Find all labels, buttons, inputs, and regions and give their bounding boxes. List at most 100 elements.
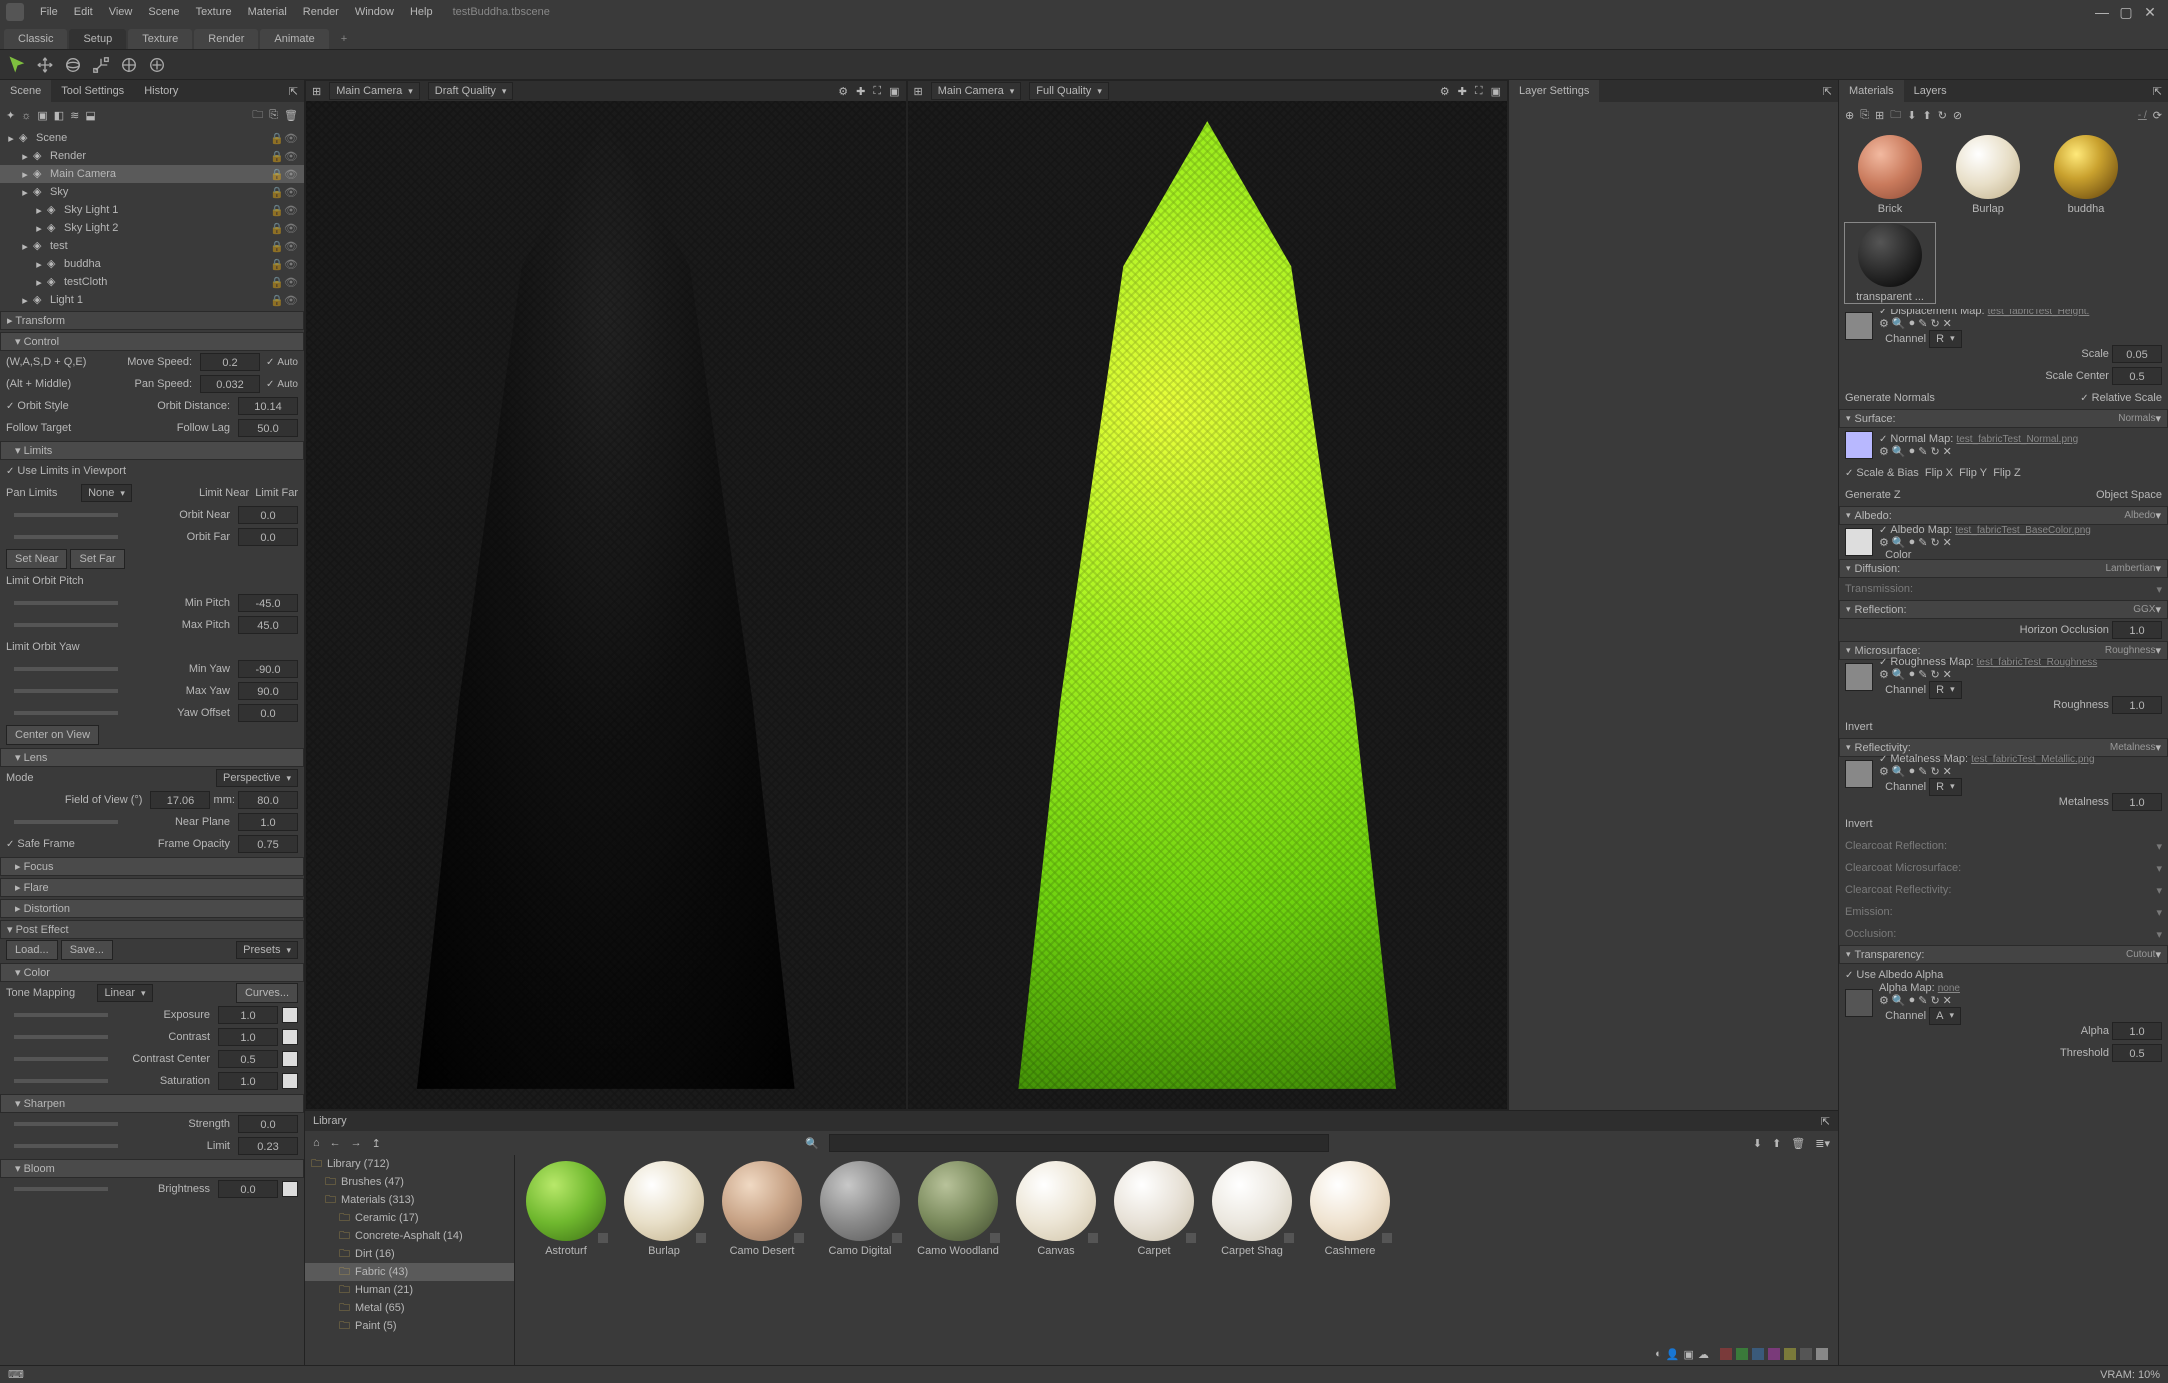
library-tree-node[interactable]: 🗀Human (21) [305,1281,514,1299]
contrastc-field[interactable]: 0.5 [218,1050,278,1068]
menu-render[interactable]: Render [295,6,347,18]
section-posteffect[interactable]: ▾ Post Effect [0,920,304,939]
map-dot-icon[interactable]: ● [1909,317,1916,330]
vp2-close-icon[interactable]: ▣ [1491,85,1501,98]
hierarchy-node[interactable]: ▸◈Sky Light 1🔒👁 [0,201,304,219]
section-control[interactable]: ▾ Control [0,332,304,351]
library-tree-node[interactable]: 🗀Paint (5) [305,1317,514,1335]
frameop-field[interactable]: 0.75 [238,835,298,853]
library-tree-node[interactable]: 🗀Materials (313) [305,1191,514,1209]
menu-edit[interactable]: Edit [66,6,101,18]
transform-tool-icon[interactable] [148,56,166,74]
library-tree-node[interactable]: 🗀Dirt (16) [305,1245,514,1263]
scale-tool-icon[interactable] [92,56,110,74]
menu-window[interactable]: Window [347,6,402,18]
brightness-field[interactable]: 0.0 [218,1180,278,1198]
add-fog-icon[interactable]: ≋ [70,109,79,122]
section-limits[interactable]: ▾ Limits [0,441,304,460]
alpha-channel-dropdown[interactable]: A [1929,1007,1961,1025]
tab-add-button[interactable]: + [331,29,357,49]
map-refresh-icon[interactable]: ↻ [1930,317,1939,330]
minpitch-field[interactable]: -45.0 [238,594,298,612]
lib-render-mode2-icon[interactable]: 👤 [1666,1348,1680,1361]
library-tree-node[interactable]: 🗀Library (712) [305,1155,514,1173]
brightness-slider[interactable] [14,1187,108,1191]
hierarchy-node[interactable]: ▸◈Render🔒👁 [0,147,304,165]
duplicate-icon[interactable]: ⎘ [269,109,278,122]
contrast-slider[interactable] [14,1035,108,1039]
metal-thumb[interactable] [1845,760,1873,788]
map-refresh-icon[interactable]: ↻ [1930,668,1939,681]
map-clear-icon[interactable]: ✕ [1943,994,1952,1007]
map-clear-icon[interactable]: ✕ [1943,317,1952,330]
map-gear-icon[interactable]: ⚙ [1879,317,1889,330]
vp1-expand-icon[interactable]: ⛶ [873,85,881,98]
alpha-field[interactable]: 1.0 [2112,1022,2162,1040]
post-load-button[interactable]: Load... [6,940,58,960]
map-edit-icon[interactable]: ✎ [1918,445,1927,458]
universal-tool-icon[interactable] [120,56,138,74]
hierarchy-node[interactable]: ▸◈test🔒👁 [0,237,304,255]
section-flare[interactable]: ▸ Flare [0,878,304,897]
add-light-icon[interactable]: ☼ [21,110,31,122]
map-refresh-icon[interactable]: ↻ [1930,994,1939,1007]
color-chip[interactable] [1736,1348,1748,1360]
color-chip[interactable] [1800,1348,1812,1360]
threshold-field[interactable]: 0.5 [2112,1044,2162,1062]
map-dot-icon[interactable]: ● [1909,765,1916,778]
hierarchy-node[interactable]: ▸◈Sky🔒👁 [0,183,304,201]
library-item[interactable]: Astroturf [521,1161,611,1257]
post-presets-dropdown[interactable]: Presets [236,941,298,959]
strength-slider[interactable] [14,1122,118,1126]
menu-material[interactable]: Material [240,6,295,18]
tab-setup[interactable]: Setup [69,29,126,49]
select-tool-icon[interactable] [8,56,26,74]
tab-animate[interactable]: Animate [260,29,328,49]
library-tree-node[interactable]: 🗀Fabric (43) [305,1263,514,1281]
status-prompt-icon[interactable]: ⌨ [8,1368,24,1381]
orbitnear-slider[interactable] [14,513,118,517]
setnear-button[interactable]: Set Near [6,549,67,569]
hierarchy-node[interactable]: ▸◈Scene🔒👁 [0,129,304,147]
minyaw-slider[interactable] [14,667,118,671]
horizocc-field[interactable]: 1.0 [2112,621,2162,639]
vp1-quality-dropdown[interactable]: Draft Quality [428,82,514,100]
hierarchy-node[interactable]: ▸◈Sky Light 2🔒👁 [0,219,304,237]
map-clear-icon[interactable]: ✕ [1943,445,1952,458]
genz-check[interactable]: Generate Z [1845,489,1901,501]
contrast-swatch[interactable] [282,1029,298,1045]
delete-icon[interactable]: 🗑 [284,109,298,122]
orbitfar-slider[interactable] [14,535,118,539]
library-item[interactable]: Cashmere [1305,1161,1395,1257]
add-shape-icon[interactable]: ◧ [54,109,64,122]
lib-render-mode4-icon[interactable]: ☁ [1698,1348,1709,1361]
mat-refresh-icon[interactable]: ↻ [1938,109,1947,122]
saturation-slider[interactable] [14,1079,108,1083]
contrastc-swatch[interactable] [282,1051,298,1067]
lib-fwd-icon[interactable]: → [351,1137,362,1149]
curves-button[interactable]: Curves... [236,983,298,1003]
window-close-button[interactable]: ✕ [2138,4,2162,21]
contrast-field[interactable]: 1.0 [218,1028,278,1046]
panlimits-dropdown[interactable]: None [81,484,132,502]
add-camera-icon[interactable]: ▣ [37,109,47,122]
section-sharpen[interactable]: ▾ Sharpen [0,1094,304,1113]
tab-layer-settings[interactable]: Layer Settings [1509,80,1599,102]
library-tree-node[interactable]: 🗀Metal (65) [305,1299,514,1317]
metalness-field[interactable]: 1.0 [2112,793,2162,811]
map-clear-icon[interactable]: ✕ [1943,536,1952,549]
vp1-close-icon[interactable]: ▣ [889,85,899,98]
library-item[interactable]: Canvas [1011,1161,1101,1257]
saturation-swatch[interactable] [282,1073,298,1089]
map-find-icon[interactable]: 🔍 [1892,536,1906,549]
rotate-tool-icon[interactable] [64,56,82,74]
vp-layout-icon[interactable]: ⊞ [312,85,321,98]
metal-channel-dropdown[interactable]: R [1929,778,1961,796]
movespeed-field[interactable]: 0.2 [200,353,260,371]
mat-dup-icon[interactable]: ⎘ [1860,109,1869,122]
section-focus[interactable]: ▸ Focus [0,857,304,876]
mat-export-icon[interactable]: ⬆ [1922,109,1931,122]
section-color[interactable]: ▾ Color [0,963,304,982]
lib-render-mode1-icon[interactable]: ◐ [1655,1348,1662,1361]
orbitnear-field[interactable]: 0.0 [238,506,298,524]
